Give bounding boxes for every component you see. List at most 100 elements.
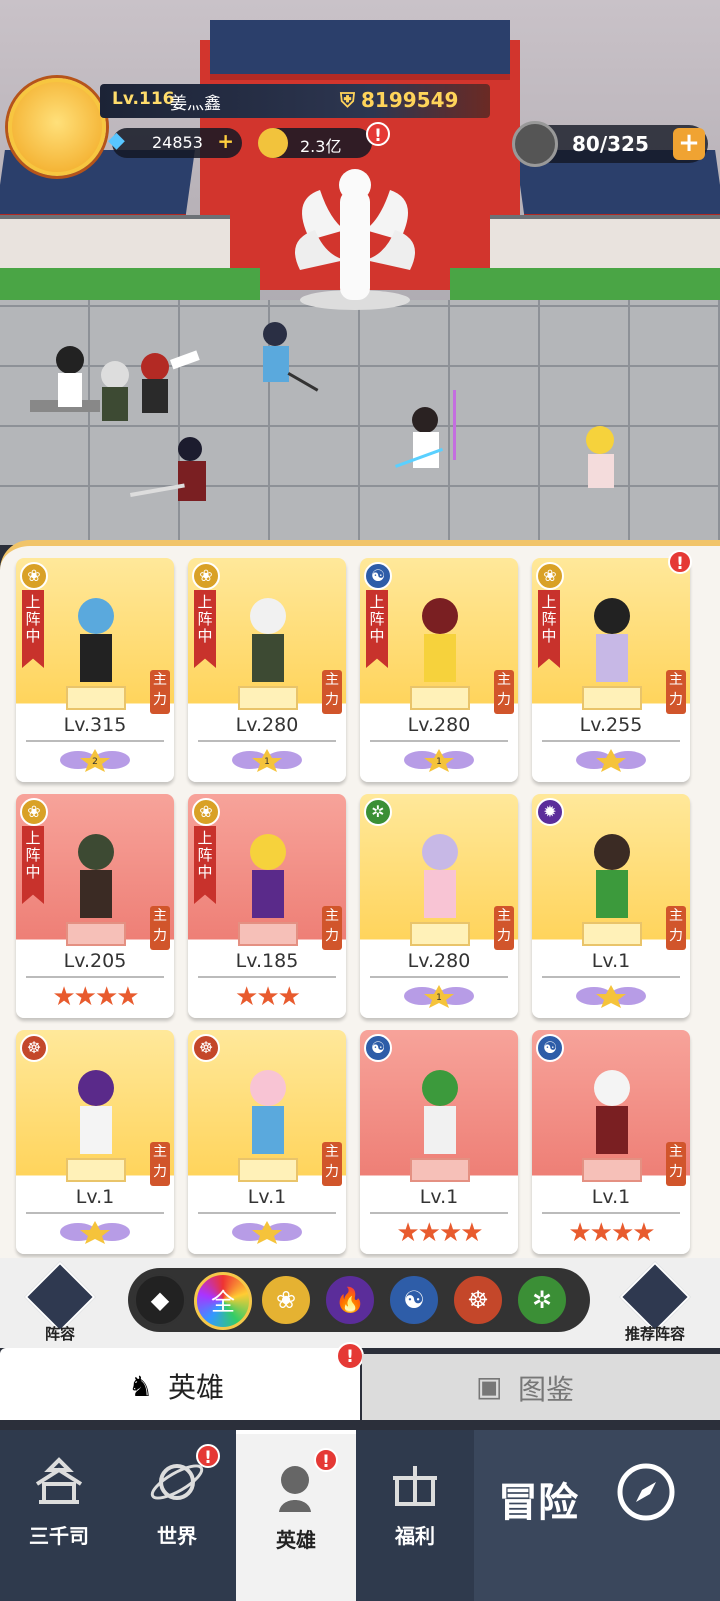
player-level: Lv.116	[112, 89, 175, 109]
tab-heroes-label: 英雄	[168, 1371, 225, 1404]
hero-card[interactable]: ☸ 主力 Lv.1	[188, 1030, 346, 1254]
deployed-ribbon: 上阵中	[538, 590, 560, 668]
filter-diamond-icon[interactable]: ◆	[134, 1274, 186, 1326]
filter-flame-icon[interactable]: 🔥	[324, 1274, 376, 1326]
fox-statue	[295, 169, 415, 310]
rank-wing-icon: 2	[60, 749, 130, 772]
tab-codex[interactable]: ▣ 图鉴	[362, 1354, 720, 1420]
divider	[26, 1212, 164, 1214]
hero-portrait	[594, 598, 630, 682]
lineup-button[interactable]: 阵容	[24, 1261, 96, 1343]
hero-card[interactable]: ✲ 主力 Lv.280 1	[360, 794, 518, 1018]
nav-world[interactable]: ! 世界	[118, 1430, 236, 1601]
lineup-icon	[24, 1261, 96, 1333]
hero-pedestal	[66, 1158, 126, 1182]
gold-counter[interactable]: 2.3亿	[258, 128, 372, 158]
diamond-icon: ◆	[108, 128, 125, 153]
hero-card[interactable]: ❀ 上阵中 主力 Lv.280 1	[188, 558, 346, 782]
rank-wing-icon	[576, 749, 646, 772]
hero-level: Lv.1	[247, 1186, 287, 1208]
main-role-tag: 主力	[666, 906, 686, 950]
divider	[370, 976, 508, 978]
player-status-bar: Lv.116 姜灬鑫 ⛨ 8199549 ◆ 24853 + 2.3亿 ! 80/…	[0, 70, 720, 176]
deployed-ribbon: 上阵中	[366, 590, 388, 668]
gem-counter[interactable]: ◆ 24853 +	[108, 128, 242, 158]
nav-adventure[interactable]: 冒险	[474, 1430, 720, 1601]
faction-filter-bar: 阵容 ◆ 全 ❀ 🔥 ☯ ☸ ✲ 推荐阵容	[0, 1258, 720, 1348]
hero-level: Lv.1	[75, 1186, 115, 1208]
stamina-value: 80/325	[572, 132, 649, 156]
filter-meditate-icon[interactable]: ☸	[452, 1274, 504, 1326]
faction-swirl-icon: ☯	[364, 1034, 392, 1062]
rank-wing-icon	[576, 985, 646, 1008]
faction-lotus-icon: ❀	[20, 798, 48, 826]
main-role-tag: 主力	[322, 1142, 342, 1186]
world-alert-badge: !	[196, 1444, 220, 1468]
stamina-icon	[512, 121, 558, 167]
faction-lotus-icon: ❀	[20, 562, 48, 590]
hero-portrait	[250, 598, 286, 682]
rank-number: 1	[436, 993, 442, 1003]
filter-dna-icon[interactable]: ✲	[516, 1274, 568, 1326]
hero-card[interactable]: ❀ 上阵中 主力 Lv.185 ★★★	[188, 794, 346, 1018]
divider	[542, 976, 680, 978]
hero-pedestal	[66, 686, 126, 710]
nav-welfare-label: 福利	[395, 1524, 435, 1548]
hero-card[interactable]: ❀ 上阵中 主力 Lv.205 ★★★★	[16, 794, 174, 1018]
rank-wing-icon	[60, 1221, 130, 1244]
player-avatar[interactable]	[8, 78, 106, 176]
hero-card[interactable]: ❀ 上阵中 主力 Lv.255	[532, 558, 690, 782]
nav-welfare[interactable]: 福利	[356, 1430, 474, 1601]
hero-card[interactable]: ❀ 上阵中 主力 Lv.315 2	[16, 558, 174, 782]
hero-card[interactable]: ☯ 主力 Lv.1 ★★★★	[532, 1030, 690, 1254]
hero-card[interactable]: ✹ 主力 Lv.1	[532, 794, 690, 1018]
divider	[542, 1212, 680, 1214]
nav-sanqian-label: 三千司	[29, 1524, 89, 1548]
hero-portrait	[422, 834, 458, 918]
hero-stars: ★★★★	[396, 1218, 483, 1248]
recommend-lineup-button[interactable]: 推荐阵容	[612, 1261, 698, 1343]
rank-wing-icon: 1	[232, 749, 302, 772]
tab-codex-label: 图鉴	[518, 1373, 575, 1406]
hero-portrait	[422, 598, 458, 682]
divider	[370, 740, 508, 742]
tab-heroes[interactable]: ♞ 英雄 !	[0, 1342, 364, 1420]
hero-stars: ★★★	[235, 982, 301, 1012]
hero-pedestal	[410, 686, 470, 710]
filter-lotus-icon[interactable]: ❀	[260, 1274, 312, 1326]
combat-power: ⛨ 8199549	[340, 88, 458, 112]
hero-card[interactable]: ☸ 主力 Lv.1	[16, 1030, 174, 1254]
add-gems-icon[interactable]: +	[217, 129, 234, 153]
deployed-ribbon: 上阵中	[194, 826, 216, 904]
ally-dark-hero	[395, 390, 456, 468]
hero-card[interactable]: ☯ 上阵中 主力 Lv.280 1	[360, 558, 518, 782]
hero-pedestal	[238, 1158, 298, 1182]
nav-sanqian[interactable]: 三千司	[0, 1430, 118, 1601]
panel-tabs: ♞ 英雄 ! ▣ 图鉴	[0, 1342, 720, 1428]
gold-coin-icon	[258, 128, 288, 158]
faction-swirl-icon: ☯	[536, 1034, 564, 1062]
faction-meditate-icon: ☸	[20, 1034, 48, 1062]
hero-card[interactable]: ☯ Lv.1 ★★★★	[360, 1030, 518, 1254]
hero-level: Lv.280	[407, 714, 471, 736]
ally-red-swordswoman	[130, 437, 206, 501]
filter-swirl-icon[interactable]: ☯	[388, 1274, 440, 1326]
hero-level: Lv.1	[419, 1186, 459, 1208]
deployed-ribbon: 上阵中	[22, 590, 44, 668]
stamina-counter[interactable]: 80/325 +	[512, 121, 708, 167]
faction-lotus-icon: ❀	[536, 562, 564, 590]
main-role-tag: 主力	[494, 906, 514, 950]
faction-swirl-icon: ☯	[364, 562, 392, 590]
rank-number: 2	[92, 757, 98, 767]
faction-flame-icon: ✹	[536, 798, 564, 826]
add-stamina-button[interactable]: +	[673, 128, 705, 160]
main-role-tag: 主力	[322, 906, 342, 950]
hero-level: Lv.1	[591, 950, 631, 972]
nav-heroes[interactable]: ! 英雄	[236, 1430, 356, 1601]
hero-level: Lv.185	[235, 950, 299, 972]
filter-all-button[interactable]: 全	[194, 1272, 252, 1330]
divider	[26, 976, 164, 978]
hero-level: Lv.205	[63, 950, 127, 972]
enemy-blonde-girl	[586, 426, 614, 488]
hero-level: Lv.1	[591, 1186, 631, 1208]
